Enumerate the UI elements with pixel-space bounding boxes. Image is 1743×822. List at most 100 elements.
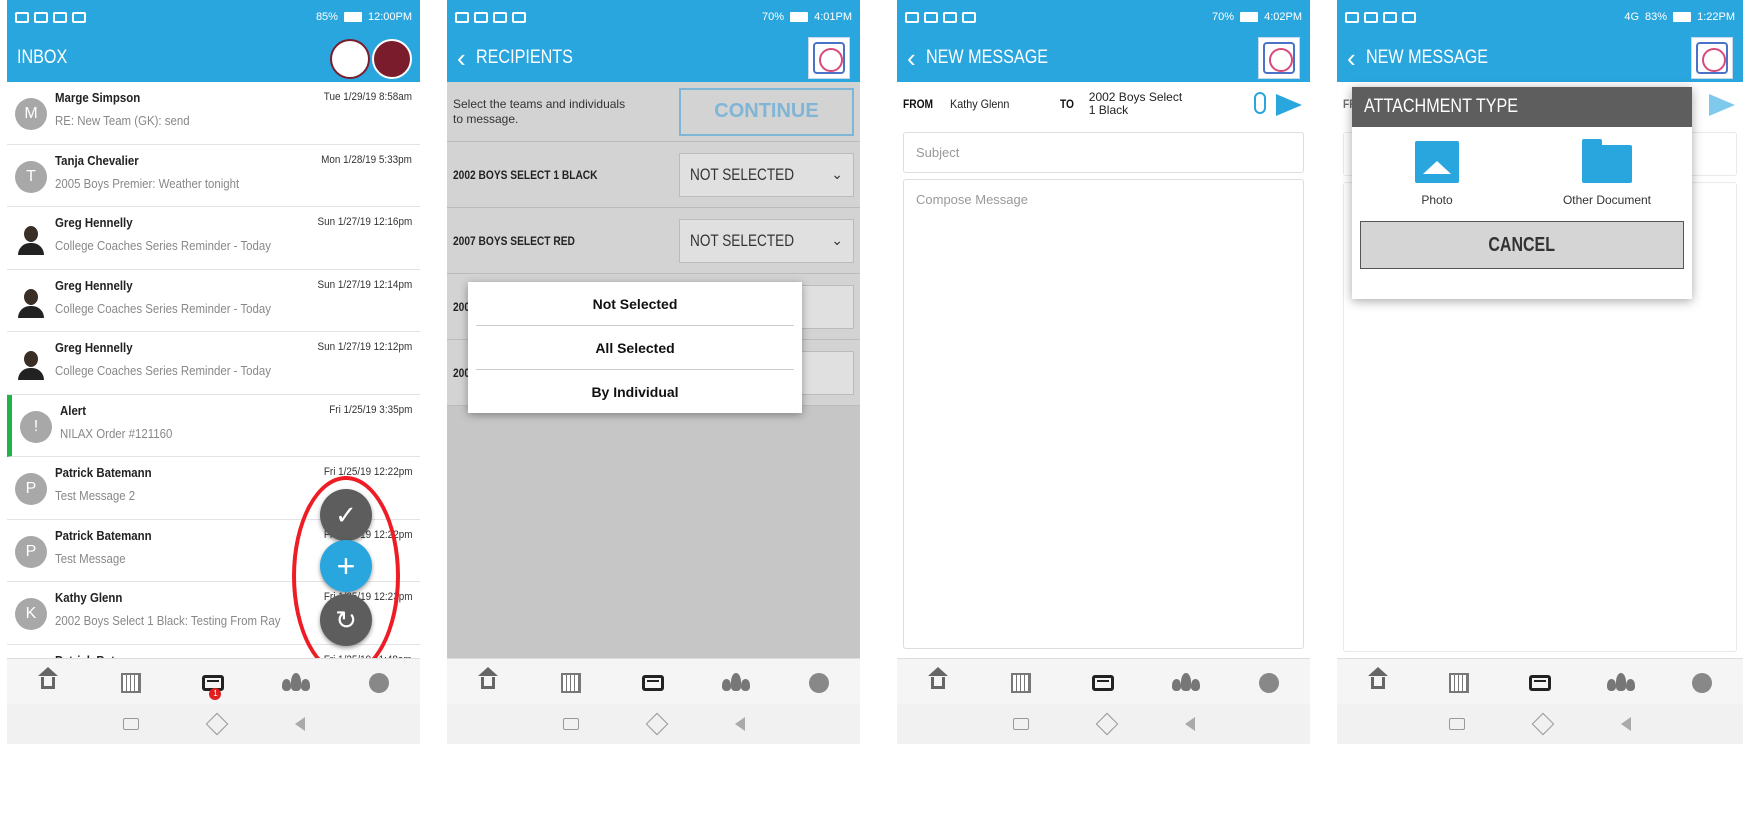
team-row: 2002 BOYS SELECT 1 BLACK NOT SELECTED ⌄ — [447, 142, 860, 208]
message-row[interactable]: Greg Hennelly Sun 1/27/19 12:12pm College … — [7, 332, 420, 395]
calendar-icon[interactable] — [117, 669, 145, 697]
people-icon[interactable] — [1607, 669, 1636, 697]
avatar — [15, 223, 47, 255]
people-icon[interactable] — [282, 669, 311, 697]
inbox-icon[interactable] — [1526, 669, 1554, 697]
back-chevron-icon[interactable]: ‹ — [457, 45, 466, 71]
cancel-button[interactable]: CANCEL — [1360, 221, 1684, 269]
battery-icon — [1673, 12, 1692, 22]
chevron-down-icon: ⌄ — [831, 232, 843, 248]
inbox-icon[interactable] — [1089, 669, 1117, 697]
selection-menu: Not Selected All Selected By Individual — [468, 282, 802, 413]
club-logo — [1258, 37, 1300, 79]
system-home-icon[interactable] — [1531, 712, 1555, 736]
continue-button[interactable]: CONTINUE — [679, 87, 854, 136]
home-icon[interactable] — [1364, 666, 1392, 697]
clock: 12:00PM — [367, 11, 412, 23]
notification-icons — [15, 11, 86, 23]
to-label: TO — [1060, 97, 1075, 111]
dialog-title: ATTACHMENT TYPE — [1352, 87, 1692, 127]
settings-icon[interactable] — [365, 669, 393, 697]
inbox-icon[interactable]: 1 — [199, 669, 227, 700]
photo-option[interactable]: Photo — [1362, 141, 1512, 207]
back-chevron-icon[interactable]: ‹ — [1347, 45, 1356, 71]
battery-percent: 85% — [315, 11, 338, 23]
message-time: Fri 1/25/19 3:35pm — [328, 403, 412, 416]
recent-apps-icon[interactable] — [1449, 718, 1465, 730]
message-preview: College Coaches Series Reminder - Today — [55, 238, 271, 253]
calendar-icon[interactable] — [1007, 669, 1035, 697]
network-type: 4G — [1624, 11, 1640, 23]
clock: 4:01PM — [814, 11, 852, 23]
message-row[interactable]: M Marge Simpson Tue 1/29/19 8:58am RE: New … — [7, 82, 420, 145]
message-preview: NILAX Order #121160 — [60, 425, 173, 441]
message-row[interactable]: Greg Hennelly Sun 1/27/19 12:14pm College … — [7, 270, 420, 332]
settings-icon[interactable] — [1255, 669, 1283, 697]
club-logo — [330, 39, 370, 79]
inbox-icon[interactable] — [639, 669, 667, 697]
recent-apps-icon[interactable] — [122, 718, 139, 730]
message-row[interactable]: T Tanja Chevalier Mon 1/28/19 5:33pm 2005 B… — [7, 145, 420, 207]
home-icon[interactable] — [34, 666, 62, 697]
selection-value: NOT SELECTED — [690, 164, 795, 184]
home-icon[interactable] — [474, 666, 502, 697]
page-title: NEW MESSAGE — [1365, 47, 1488, 68]
battery-percent: 70% — [1212, 11, 1235, 23]
system-nav — [897, 704, 1310, 744]
back-chevron-icon[interactable]: ‹ — [907, 45, 916, 71]
message-row[interactable]: Greg Hennelly Sun 1/27/19 12:16pm College … — [7, 207, 420, 270]
people-icon[interactable] — [1172, 669, 1201, 697]
inbox-screen: 85% 12:00PM INBOX M Marge Simpson Tue 1/29… — [7, 0, 420, 822]
system-back-icon[interactable] — [734, 717, 745, 731]
option-not-selected[interactable]: Not Selected — [476, 282, 794, 326]
team-name: 2007 BOYS SELECT RED — [453, 233, 575, 248]
to-value[interactable]: 2002 Boys Select 1 Black — [1089, 91, 1189, 117]
system-nav — [1337, 704, 1743, 744]
app-bar: ‹ RECIPIENTS — [447, 34, 860, 82]
document-option[interactable]: Other Document — [1532, 139, 1682, 207]
people-icon[interactable] — [722, 669, 751, 697]
system-home-icon[interactable] — [1095, 712, 1118, 736]
system-nav — [447, 704, 860, 744]
settings-icon[interactable] — [805, 669, 833, 697]
avatar: T — [15, 160, 47, 193]
system-home-icon[interactable] — [645, 712, 668, 736]
send-icon[interactable] — [1276, 94, 1302, 116]
message-time: Mon 1/28/19 5:33pm — [321, 153, 412, 166]
battery-percent: 83% — [1645, 11, 1668, 23]
selection-dropdown[interactable]: NOT SELECTED ⌄ — [679, 152, 854, 197]
message-time: Sun 1/27/19 12:14pm — [317, 278, 412, 291]
message-sender: Alert — [60, 402, 87, 418]
attachment-type-dialog: ATTACHMENT TYPE Photo Other Document CAN… — [1352, 87, 1692, 299]
settings-icon[interactable] — [1688, 669, 1716, 697]
photo-icon — [1415, 141, 1459, 183]
recipients-screen: 70% 4:01PM ‹ RECIPIENTS Select the teams… — [447, 0, 860, 822]
bottom-nav — [1337, 658, 1743, 706]
compose-field[interactable]: Compose Message — [903, 179, 1304, 649]
status-bar: 4G 83% 1:22PM — [1337, 0, 1743, 34]
message-time: Fri 1/25/19 12:22pm — [323, 466, 412, 478]
recent-apps-icon[interactable] — [562, 718, 579, 730]
home-icon[interactable] — [924, 666, 952, 697]
system-back-icon[interactable] — [294, 717, 305, 731]
photo-label: Photo — [1421, 193, 1453, 207]
system-home-icon[interactable] — [205, 712, 228, 736]
selection-dropdown[interactable]: NOT SELECTED ⌄ — [679, 218, 854, 263]
avatar — [15, 285, 47, 318]
alert-row[interactable]: ! Alert Fri 1/25/19 3:35pm NILAX Order #121… — [7, 394, 420, 457]
recent-apps-icon[interactable] — [1012, 718, 1029, 730]
system-back-icon[interactable] — [1621, 717, 1631, 731]
paperclip-icon[interactable] — [1254, 92, 1266, 114]
subject-field[interactable]: Subject — [903, 132, 1304, 173]
address-row: FROM Kathy Glenn TO 2002 Boys Select 1 B… — [897, 82, 1310, 126]
calendar-icon[interactable] — [557, 669, 585, 697]
page-title: INBOX — [17, 47, 68, 68]
option-all-selected[interactable]: All Selected — [476, 326, 794, 370]
app-bar: ‹ NEW MESSAGE — [1337, 34, 1743, 82]
option-by-individual[interactable]: By Individual — [476, 370, 794, 414]
avatar: P — [15, 535, 47, 568]
club-logo — [808, 37, 850, 79]
battery-icon — [1240, 12, 1259, 22]
system-back-icon[interactable] — [1184, 717, 1195, 731]
calendar-icon[interactable] — [1445, 669, 1473, 697]
